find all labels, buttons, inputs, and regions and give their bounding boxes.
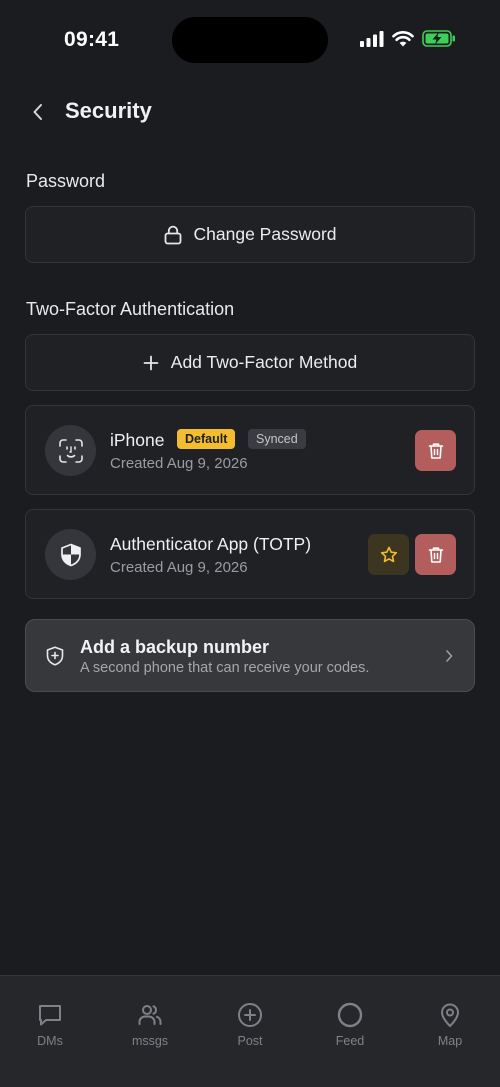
- delete-method-button[interactable]: [415, 430, 456, 471]
- add-two-factor-label: Add Two-Factor Method: [170, 352, 358, 372]
- lock-icon: [164, 225, 181, 244]
- status-bar: 09:41: [0, 0, 500, 80]
- shield-icon: [60, 543, 81, 566]
- cellular-signal-icon: [360, 30, 384, 47]
- dynamic-island: [172, 17, 328, 63]
- plus-icon: [143, 355, 159, 370]
- page-title: Security: [65, 98, 152, 123]
- message-square-icon: [39, 1005, 61, 1026]
- method-name: iPhone: [110, 430, 165, 450]
- star-icon: [380, 546, 397, 562]
- trash-icon: [428, 546, 443, 563]
- tab-dms[interactable]: DMs: [0, 976, 100, 1066]
- method-created-date: Created Aug 9, 2026: [110, 455, 248, 472]
- tab-label: DMs: [37, 1034, 63, 1048]
- change-password-button[interactable]: Change Password: [25, 206, 475, 263]
- tab-mssgs[interactable]: mssgs: [100, 976, 200, 1066]
- method-created-date: Created Aug 9, 2026: [110, 559, 248, 576]
- method-icon-wrapper: [45, 529, 96, 580]
- synced-badge: Synced: [248, 429, 306, 449]
- tab-bar: DMs mssgs Post Feed Map: [0, 975, 500, 1087]
- tab-label: Map: [437, 1034, 463, 1048]
- trash-icon: [428, 442, 443, 459]
- users-icon: [138, 1005, 162, 1025]
- tab-label: Feed: [335, 1034, 365, 1048]
- map-pin-icon: [441, 1003, 459, 1027]
- shield-plus-icon: [46, 646, 64, 666]
- tab-feed[interactable]: Feed: [300, 976, 400, 1066]
- method-card-iphone: iPhone Default Synced Created Aug 9, 202…: [25, 405, 475, 495]
- password-section-title: Password: [26, 171, 106, 191]
- header: Security: [0, 90, 500, 134]
- default-badge: Default: [177, 429, 236, 449]
- security-screen: 09:41 Security Password Change Password …: [0, 0, 500, 1087]
- two-factor-section-title: Two-Factor Authentication: [26, 299, 235, 319]
- method-card-authenticator: Authenticator App (TOTP) Created Aug 9, …: [25, 509, 475, 599]
- chevron-right-icon: [446, 650, 453, 662]
- status-icons: [360, 30, 456, 47]
- status-time: 09:41: [64, 28, 120, 51]
- add-backup-number-card[interactable]: Add a backup number A second phone that …: [25, 619, 475, 692]
- set-default-button[interactable]: [368, 534, 409, 575]
- wifi-icon: [392, 30, 414, 46]
- tab-label: mssgs: [131, 1034, 169, 1048]
- method-icon-wrapper: [45, 425, 96, 476]
- add-two-factor-button[interactable]: Add Two-Factor Method: [25, 334, 475, 391]
- battery-charging-icon: [422, 30, 455, 47]
- back-button[interactable]: [22, 96, 54, 128]
- face-id-icon: [58, 438, 83, 463]
- change-password-label: Change Password: [193, 224, 337, 244]
- circle-icon: [337, 1002, 363, 1028]
- backup-subtitle: A second phone that can receive your cod…: [80, 660, 370, 676]
- tab-label: Post: [237, 1034, 263, 1048]
- tab-post[interactable]: Post: [200, 976, 300, 1066]
- backup-title: Add a backup number: [80, 637, 270, 657]
- plus-circle-icon: [238, 1003, 262, 1027]
- delete-method-button[interactable]: [415, 534, 456, 575]
- tab-map[interactable]: Map: [400, 976, 500, 1066]
- method-name: Authenticator App (TOTP): [110, 534, 312, 554]
- chevron-left-icon: [33, 104, 42, 120]
